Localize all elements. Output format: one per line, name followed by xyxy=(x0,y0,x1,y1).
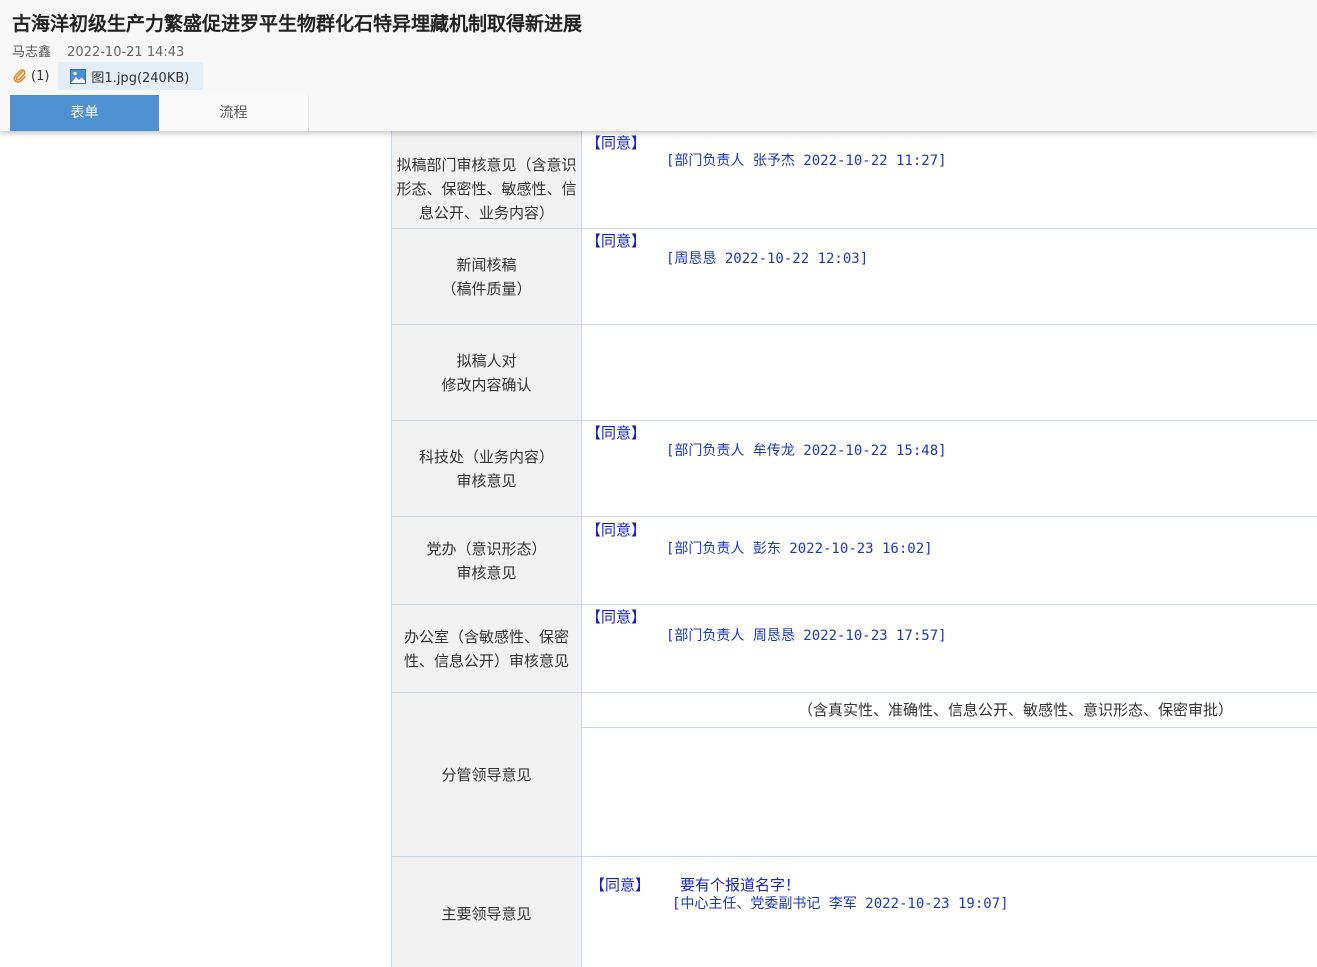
leader-in-charge-label: 分管领导意见 xyxy=(391,693,582,856)
general-office-agree: 【同意】 xyxy=(586,608,647,626)
general-office-signature: [部门负责人 周恳恳 2022-10-23 17:57] xyxy=(666,628,947,644)
draft-dept-signature: [部门负责人 张予杰 2022-10-22 11:27] xyxy=(666,153,947,169)
drafter-confirm-value xyxy=(582,325,1317,420)
tab-workflow[interactable]: 流程 xyxy=(159,95,309,131)
attachment-file-link[interactable]: 图1.jpg(240KB) xyxy=(58,62,204,90)
general-office-label: 办公室（含敏感性、保密 性、信息公开）审核意见 xyxy=(391,605,582,692)
tech-dept-opinion: 【同意】 [部门负责人 牟传龙 2022-10-22 15:48] xyxy=(582,421,1317,516)
form-row-news-check: 新闻核稿 （稿件质量） 【同意】 [周恳恳 2022-10-22 12:03] xyxy=(391,229,1317,325)
party-office-label-line1: 党办（意识形态） xyxy=(426,539,547,558)
drafter-confirm-label: 拟稿人对 修改内容确认 xyxy=(391,325,582,420)
party-office-signature: [部门负责人 彭东 2022-10-23 16:02] xyxy=(666,541,933,557)
tech-dept-label-line1: 科技处（业务内容） xyxy=(418,447,554,466)
general-office-label-line1: 办公室（含敏感性、保密 xyxy=(403,627,569,646)
leader-in-charge-note: （含真实性、准确性、信息公开、敏感性、意识形态、保密审批） xyxy=(582,693,1317,728)
general-office-label-line2: 性、信息公开）审核意见 xyxy=(403,651,569,670)
party-office-label-line2: 审核意见 xyxy=(456,563,517,582)
main-leader-agree: 【同意】 xyxy=(590,876,651,894)
main-leader-comment: 要有个报道名字！ xyxy=(680,876,801,894)
document-header: 古海洋初级生产力繁盛促进罗平生物群化石特异埋藏机制取得新进展 马志鑫 2022-… xyxy=(0,0,1317,131)
draft-dept-label-text: 拟稿部门审核意见（含意识形态、保密性、敏感性、信息公开、业务内容） xyxy=(396,156,577,222)
leader-in-charge-opinion: （含真实性、准确性、信息公开、敏感性、意识形态、保密审批） xyxy=(582,693,1317,856)
news-check-label-line1: 新闻核稿 xyxy=(456,255,517,274)
document-title: 古海洋初级生产力繁盛促进罗平生物群化石特异埋藏机制取得新进展 xyxy=(12,13,583,35)
author-name: 马志鑫 xyxy=(12,45,52,60)
party-office-agree: 【同意】 xyxy=(586,521,647,539)
main-leader-opinion: 【同意】 要有个报道名字！ [中心主任、党委副书记 李军 2022-10-23 … xyxy=(582,857,1317,967)
news-check-signature: [周恳恳 2022-10-22 12:03] xyxy=(666,251,869,267)
publish-datetime: 2022-10-21 14:43 xyxy=(67,45,185,60)
approval-form: 拟稿部门审核意见（含意识形态、保密性、敏感性、信息公开、业务内容） 【同意】 [… xyxy=(391,0,1317,967)
tech-dept-label-line2: 审核意见 xyxy=(456,471,517,490)
tab-form[interactable]: 表单 xyxy=(10,95,159,131)
draft-dept-agree: 【同意】 xyxy=(586,134,647,152)
attachment-row: (1) 图1.jpg(240KB) xyxy=(12,62,204,90)
drafter-confirm-label-line1: 拟稿人对 xyxy=(456,351,517,370)
document-meta: 马志鑫 2022-10-21 14:43 xyxy=(12,41,184,60)
news-check-opinion: 【同意】 [周恳恳 2022-10-22 12:03] xyxy=(582,229,1317,324)
form-row-drafter-confirm: 拟稿人对 修改内容确认 xyxy=(391,325,1317,421)
image-file-icon xyxy=(70,68,87,84)
form-row-general-office: 办公室（含敏感性、保密 性、信息公开）审核意见 【同意】 [部门负责人 周恳恳 … xyxy=(391,605,1317,693)
news-check-label-line2: （稿件质量） xyxy=(441,279,532,298)
form-row-party-office: 党办（意识形态） 审核意见 【同意】 [部门负责人 彭东 2022-10-23 … xyxy=(391,517,1317,605)
party-office-opinion: 【同意】 [部门负责人 彭东 2022-10-23 16:02] xyxy=(582,517,1317,604)
form-row-tech-dept: 科技处（业务内容） 审核意见 【同意】 [部门负责人 牟传龙 2022-10-2… xyxy=(391,421,1317,517)
tech-dept-agree: 【同意】 xyxy=(586,424,647,442)
main-leader-signature: [中心主任、党委副书记 李军 2022-10-23 19:07] xyxy=(672,896,1009,912)
form-row-leader-in-charge: 分管领导意见 （含真实性、准确性、信息公开、敏感性、意识形态、保密审批） xyxy=(391,693,1317,857)
party-office-label: 党办（意识形态） 审核意见 xyxy=(391,517,582,604)
tab-bar: 表单 流程 xyxy=(10,95,309,131)
tech-dept-label: 科技处（业务内容） 审核意见 xyxy=(391,421,582,516)
main-leader-label: 主要领导意见 xyxy=(391,857,582,967)
drafter-confirm-label-line2: 修改内容确认 xyxy=(441,375,532,394)
attachment-count: (1) xyxy=(31,68,50,84)
news-check-agree: 【同意】 xyxy=(586,232,647,250)
attachment-file-name: 图1.jpg(240KB) xyxy=(91,70,190,86)
general-office-opinion: 【同意】 [部门负责人 周恳恳 2022-10-23 17:57] xyxy=(582,605,1317,692)
form-row-main-leader: 主要领导意见 【同意】 要有个报道名字！ [中心主任、党委副书记 李军 2022… xyxy=(391,857,1317,967)
tech-dept-signature: [部门负责人 牟传龙 2022-10-22 15:48] xyxy=(666,443,947,459)
news-check-label: 新闻核稿 （稿件质量） xyxy=(391,229,582,324)
paperclip-icon xyxy=(12,68,28,84)
